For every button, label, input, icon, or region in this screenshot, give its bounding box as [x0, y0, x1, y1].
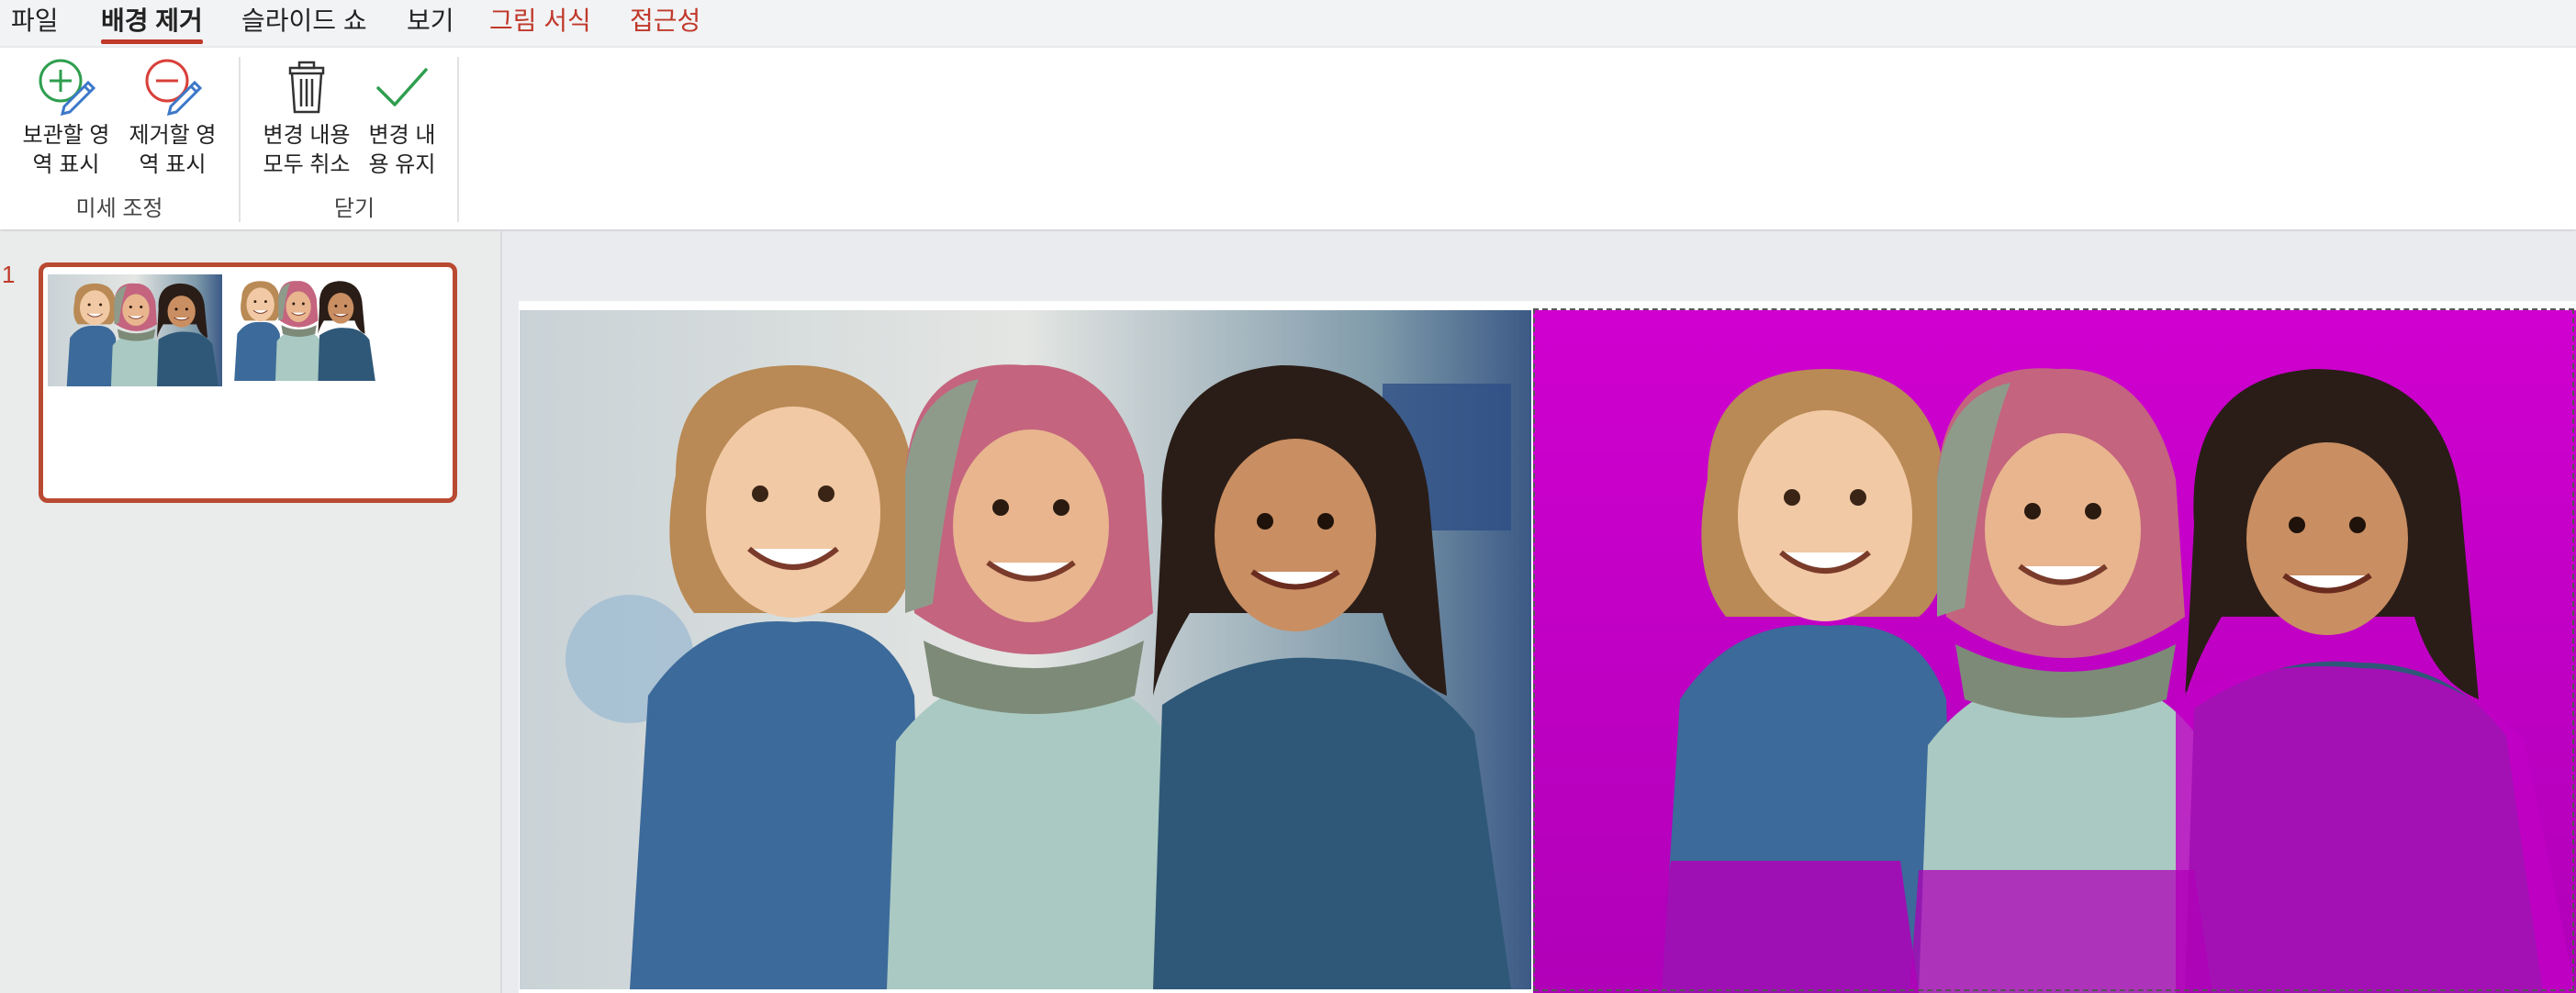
- mark-areas-to-remove-button[interactable]: 제거할 영 역 표시: [121, 57, 224, 195]
- menu-bar: 파일 배경 제거 슬라이드 쇼 보기 그림 서식 접근성: [0, 0, 2576, 46]
- ribbon-separator: [457, 57, 459, 222]
- tab-remove-background[interactable]: 배경 제거: [101, 2, 203, 44]
- original-photo[interactable]: [520, 310, 1531, 989]
- trash-icon: [288, 61, 325, 114]
- slide-thumbnail-1[interactable]: [39, 262, 457, 503]
- mark-keep-label: 보관할 영 역 표시: [22, 123, 110, 177]
- ribbon: 보관할 영 역 표시 제거할 영 역 표시 미세 조정 변경 내용 모두 취소 …: [0, 48, 2576, 229]
- tab-slide-show[interactable]: 슬라이드 쇼: [241, 2, 367, 40]
- mark-keep-icon: [39, 59, 95, 116]
- mark-areas-to-keep-button[interactable]: 보관할 영 역 표시: [15, 57, 118, 195]
- tab-file[interactable]: 파일: [11, 2, 59, 40]
- thumbnail-photo-original: [48, 274, 222, 386]
- checkmark-icon: [376, 68, 428, 106]
- slide-number: 1: [2, 261, 16, 288]
- tab-accessibility[interactable]: 접근성: [630, 2, 700, 40]
- keep-changes-label: 변경 내 용 유지: [368, 123, 436, 177]
- group-label-refine: 미세 조정: [75, 196, 163, 221]
- thumbnail-photo-cutout: [233, 280, 376, 381]
- mark-remove-label: 제거할 영 역 표시: [129, 123, 217, 177]
- mark-remove-icon: [145, 59, 202, 116]
- discard-changes-label: 변경 내용 모두 취소: [263, 123, 351, 177]
- group-label-close: 닫기: [333, 196, 375, 221]
- discard-all-changes-button[interactable]: 변경 내용 모두 취소: [255, 57, 358, 195]
- ribbon-separator: [239, 57, 241, 222]
- tab-picture-format[interactable]: 그림 서식: [489, 2, 591, 40]
- keep-changes-button[interactable]: 변경 내 용 유지: [351, 57, 454, 195]
- tab-view[interactable]: 보기: [407, 2, 454, 40]
- background-removal-preview[interactable]: [1533, 310, 2576, 993]
